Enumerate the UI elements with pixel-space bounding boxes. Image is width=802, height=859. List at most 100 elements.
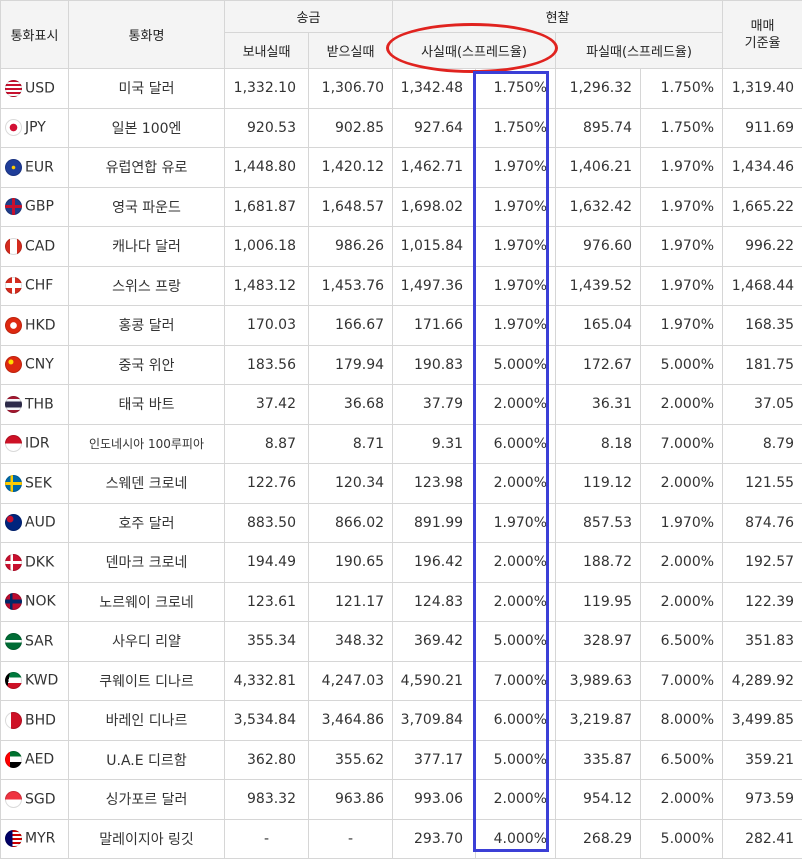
cash-buy-spread: 1.750% (476, 69, 556, 109)
receive-rate: 1,420.12 (309, 148, 393, 188)
base-rate: 4,289.92 (723, 661, 802, 701)
cash-buy-rate: 369.42 (393, 622, 476, 662)
currency-name: U.A.E 디르함 (69, 740, 225, 780)
send-rate: 4,332.81 (225, 661, 309, 701)
cash-sell-spread: 8.000% (641, 701, 723, 741)
cash-sell-rate: 1,632.42 (556, 187, 641, 227)
currency-name: 싱가포르 달러 (69, 780, 225, 820)
base-rate: 8.79 (723, 424, 802, 464)
exchange-rate-panel: 통화표시 통화명 송금 현찰 매매 기준율 보내실때 받으실때 사실때(스프레드… (0, 0, 802, 855)
send-rate: 362.80 (225, 740, 309, 780)
rate-row-sgd: SGD싱가포르 달러983.32963.86993.062.000%954.12… (1, 780, 802, 820)
currency-code-cell: AED (1, 740, 69, 780)
base-rate: 168.35 (723, 306, 802, 346)
rate-row-gbp: GBP영국 파운드1,681.871,648.571,698.021.970%1… (1, 187, 802, 227)
send-rate: 194.49 (225, 543, 309, 583)
cash-sell-spread: 1.750% (641, 108, 723, 148)
currency-name: 스위스 프랑 (69, 266, 225, 306)
header-currency-code: 통화표시 (1, 1, 69, 69)
currency-code-cell: SEK (1, 464, 69, 504)
currency-code-cell: NOK (1, 582, 69, 622)
cash-sell-rate: 954.12 (556, 780, 641, 820)
base-rate: 1,665.22 (723, 187, 802, 227)
currency-code: EUR (25, 159, 54, 175)
ae-flag-icon (5, 751, 22, 768)
base-rate: 192.57 (723, 543, 802, 583)
cash-buy-rate: 891.99 (393, 503, 476, 543)
cash-buy-rate: 377.17 (393, 740, 476, 780)
cash-sell-rate: 268.29 (556, 819, 641, 859)
cash-sell-rate: 165.04 (556, 306, 641, 346)
base-rate: 122.39 (723, 582, 802, 622)
header-cash: 현찰 (393, 1, 723, 33)
send-rate: 1,006.18 (225, 227, 309, 267)
base-rate: 37.05 (723, 385, 802, 425)
hk-flag-icon (5, 317, 22, 334)
cash-buy-spread: 1.970% (476, 148, 556, 188)
header-cash-buy: 사실때(스프레드율) (393, 33, 556, 69)
receive-rate: 986.26 (309, 227, 393, 267)
cash-sell-spread: 5.000% (641, 819, 723, 859)
cash-buy-spread: 4.000% (476, 819, 556, 859)
ch-flag-icon (5, 277, 22, 294)
cash-buy-spread: 2.000% (476, 582, 556, 622)
cash-buy-spread: 2.000% (476, 464, 556, 504)
rate-row-usd: USD미국 달러1,332.101,306.701,342.481.750%1,… (1, 69, 802, 109)
cash-buy-rate: 1,462.71 (393, 148, 476, 188)
base-rate: 874.76 (723, 503, 802, 543)
cash-buy-spread: 1.970% (476, 266, 556, 306)
cash-sell-rate: 857.53 (556, 503, 641, 543)
cash-buy-spread: 5.000% (476, 622, 556, 662)
currency-name: 홍콩 달러 (69, 306, 225, 346)
cash-buy-spread: 2.000% (476, 780, 556, 820)
cash-buy-rate: 4,590.21 (393, 661, 476, 701)
currency-name: 바레인 디나르 (69, 701, 225, 741)
rate-row-sek: SEK스웨덴 크로네122.76120.34123.982.000%119.12… (1, 464, 802, 504)
sg-flag-icon (5, 791, 22, 808)
currency-name: 호주 달러 (69, 503, 225, 543)
base-rate: 1,468.44 (723, 266, 802, 306)
receive-rate: 8.71 (309, 424, 393, 464)
cash-sell-rate: 1,296.32 (556, 69, 641, 109)
currency-code: CNY (25, 357, 54, 373)
exchange-rate-table: 통화표시 통화명 송금 현찰 매매 기준율 보내실때 받으실때 사실때(스프레드… (0, 0, 802, 859)
cash-sell-spread: 1.970% (641, 503, 723, 543)
cash-sell-rate: 3,219.87 (556, 701, 641, 741)
cash-buy-rate: 1,015.84 (393, 227, 476, 267)
cash-sell-rate: 335.87 (556, 740, 641, 780)
rate-row-dkk: DKK덴마크 크로네194.49190.65196.422.000%188.72… (1, 543, 802, 583)
currency-code: HKD (25, 317, 56, 333)
receive-rate: 3,464.86 (309, 701, 393, 741)
cash-buy-rate: 993.06 (393, 780, 476, 820)
send-rate: 983.32 (225, 780, 309, 820)
rate-row-aud: AUD호주 달러883.50866.02891.991.970%857.531.… (1, 503, 802, 543)
send-rate: - (225, 819, 309, 859)
cash-buy-spread: 6.000% (476, 701, 556, 741)
currency-code-cell: USD (1, 69, 69, 109)
cash-sell-spread: 7.000% (641, 424, 723, 464)
send-rate: 1,448.80 (225, 148, 309, 188)
currency-name: 노르웨이 크로네 (69, 582, 225, 622)
cash-buy-spread: 2.000% (476, 385, 556, 425)
currency-code: GBP (25, 199, 54, 215)
rate-row-kwd: KWD쿠웨이트 디나르4,332.814,247.034,590.217.000… (1, 661, 802, 701)
receive-rate: 166.67 (309, 306, 393, 346)
cash-buy-spread: 7.000% (476, 661, 556, 701)
rate-row-myr: MYR말레이지아 링깃--293.704.000%268.295.000%282… (1, 819, 802, 859)
cash-sell-rate: 895.74 (556, 108, 641, 148)
send-rate: 122.76 (225, 464, 309, 504)
base-rate: 351.83 (723, 622, 802, 662)
currency-code-cell: CAD (1, 227, 69, 267)
header-transfer: 송금 (225, 1, 393, 33)
receive-rate: 190.65 (309, 543, 393, 583)
cash-sell-rate: 172.67 (556, 345, 641, 385)
no-flag-icon (5, 593, 22, 610)
header-receive: 받으실때 (309, 33, 393, 69)
currency-name: 영국 파운드 (69, 187, 225, 227)
cash-sell-rate: 119.95 (556, 582, 641, 622)
currency-code: THB (25, 396, 54, 412)
rate-rows: USD미국 달러1,332.101,306.701,342.481.750%1,… (1, 69, 802, 859)
cash-sell-spread: 5.000% (641, 345, 723, 385)
cash-sell-spread: 2.000% (641, 582, 723, 622)
cash-buy-rate: 37.79 (393, 385, 476, 425)
